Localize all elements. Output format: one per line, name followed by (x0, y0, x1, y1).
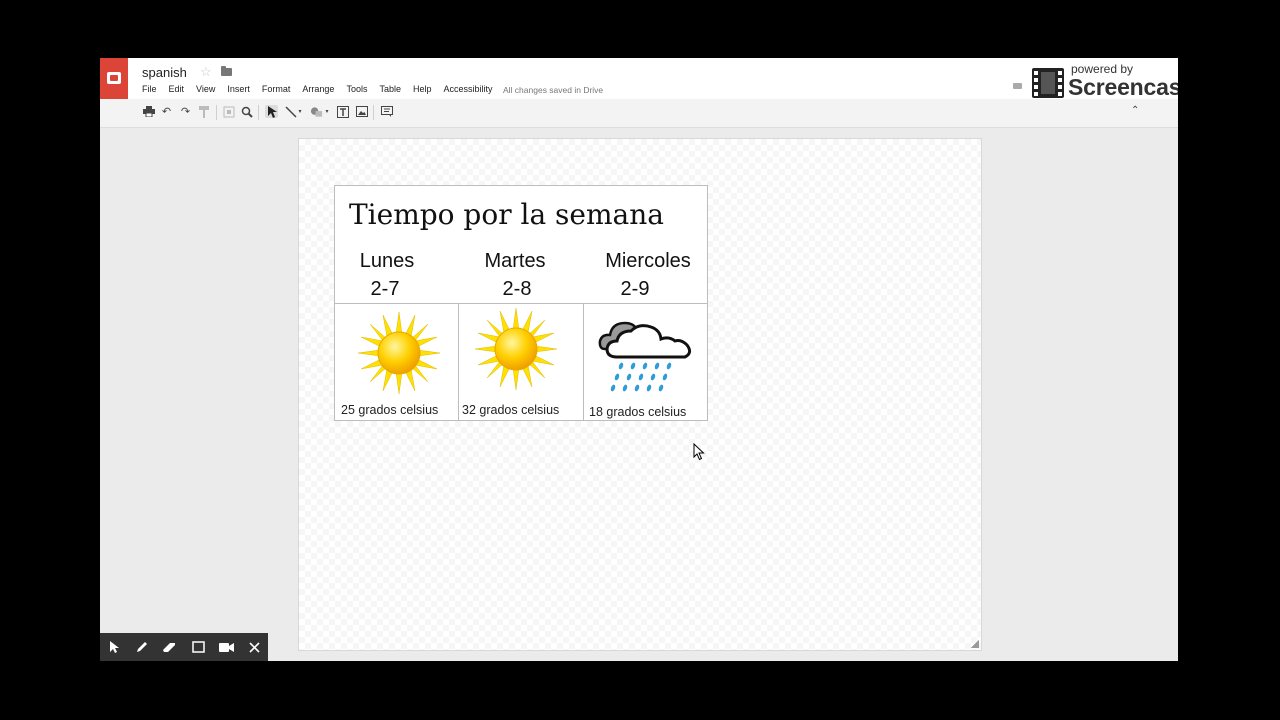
temperature-caption[interactable]: 25 grados celsius (341, 403, 438, 417)
menu-insert[interactable]: Insert (227, 84, 250, 96)
line-icon[interactable] (284, 105, 297, 118)
paint-format-icon[interactable] (197, 105, 210, 118)
day-label[interactable]: Miercoles (593, 250, 703, 273)
image-icon[interactable] (355, 105, 368, 118)
column-divider (583, 304, 584, 420)
date-label[interactable]: 2-7 (355, 278, 415, 301)
shape-icon[interactable] (310, 105, 323, 118)
slide-canvas[interactable]: Tiempo por la semana Lunes Martes Mierco… (298, 138, 982, 651)
redo-icon[interactable]: ↷ (179, 105, 192, 118)
recorder-controls (100, 633, 268, 661)
slides-logo[interactable] (100, 58, 128, 99)
sun-icon (357, 311, 441, 395)
menu-tools[interactable]: Tools (346, 84, 367, 96)
star-icon[interactable]: ☆ (200, 64, 212, 80)
line-dropdown-icon[interactable]: ▾ (297, 105, 303, 118)
rectangle-icon[interactable] (184, 633, 212, 661)
select-icon[interactable] (265, 105, 278, 118)
document-title[interactable]: spanish (142, 65, 187, 80)
menu-file[interactable]: File (142, 84, 157, 96)
pointer-icon[interactable] (100, 633, 128, 661)
rain-cloud-icon (598, 321, 692, 392)
screencastify-watermark: powered by Screencastify Lite (1030, 60, 1178, 102)
eraser-icon[interactable] (156, 633, 184, 661)
date-label[interactable]: 2-9 (605, 278, 665, 301)
text-box-icon[interactable] (336, 105, 349, 118)
comment-icon[interactable] (1013, 83, 1022, 89)
menu-edit[interactable]: Edit (169, 84, 185, 96)
undo-icon[interactable]: ↶ (160, 105, 173, 118)
pen-icon[interactable] (128, 633, 156, 661)
row-divider (335, 303, 707, 304)
shape-dropdown-icon[interactable]: ▾ (324, 105, 330, 118)
sun-icon (474, 307, 558, 391)
folder-icon[interactable] (221, 66, 232, 76)
weather-table[interactable]: Tiempo por la semana Lunes Martes Mierco… (334, 185, 708, 421)
header: spanish ☆ File Edit View Insert Format A… (100, 58, 1178, 102)
column-divider (458, 304, 459, 420)
resize-handle[interactable] (971, 640, 979, 648)
film-icon (1032, 68, 1064, 98)
menu-help[interactable]: Help (413, 84, 432, 96)
menu-arrange[interactable]: Arrange (302, 84, 334, 96)
mouse-cursor (693, 443, 705, 461)
menu-accessibility[interactable]: Accessibility (444, 84, 493, 96)
comment-icon[interactable] (380, 105, 393, 118)
day-label[interactable]: Lunes (347, 250, 427, 273)
zoom-icon[interactable] (240, 105, 253, 118)
menu-format[interactable]: Format (262, 84, 291, 96)
day-label[interactable]: Martes (475, 250, 555, 273)
close-icon[interactable] (240, 633, 268, 661)
table-title[interactable]: Tiempo por la semana (349, 198, 664, 231)
save-status[interactable]: All changes saved in Drive (503, 85, 603, 95)
temperature-caption[interactable]: 32 grados celsius (462, 403, 559, 417)
print-icon[interactable] (142, 105, 155, 118)
menubar: File Edit View Insert Format Arrange Too… (142, 84, 505, 96)
brand-label: Screencastify Lite (1068, 74, 1178, 100)
collapse-icon[interactable]: ⌃ (1131, 105, 1139, 116)
slides-app: spanish ☆ File Edit View Insert Format A… (100, 58, 1178, 661)
camera-icon[interactable] (212, 633, 240, 661)
menu-table[interactable]: Table (379, 84, 401, 96)
temperature-caption[interactable]: 18 grados celsius (589, 405, 686, 419)
date-label[interactable]: 2-8 (487, 278, 547, 301)
toolbar: ↶ ↷ ▾ ▾ ⌃ (100, 99, 1178, 128)
menu-view[interactable]: View (196, 84, 215, 96)
zoom-fit-icon[interactable] (222, 105, 235, 118)
